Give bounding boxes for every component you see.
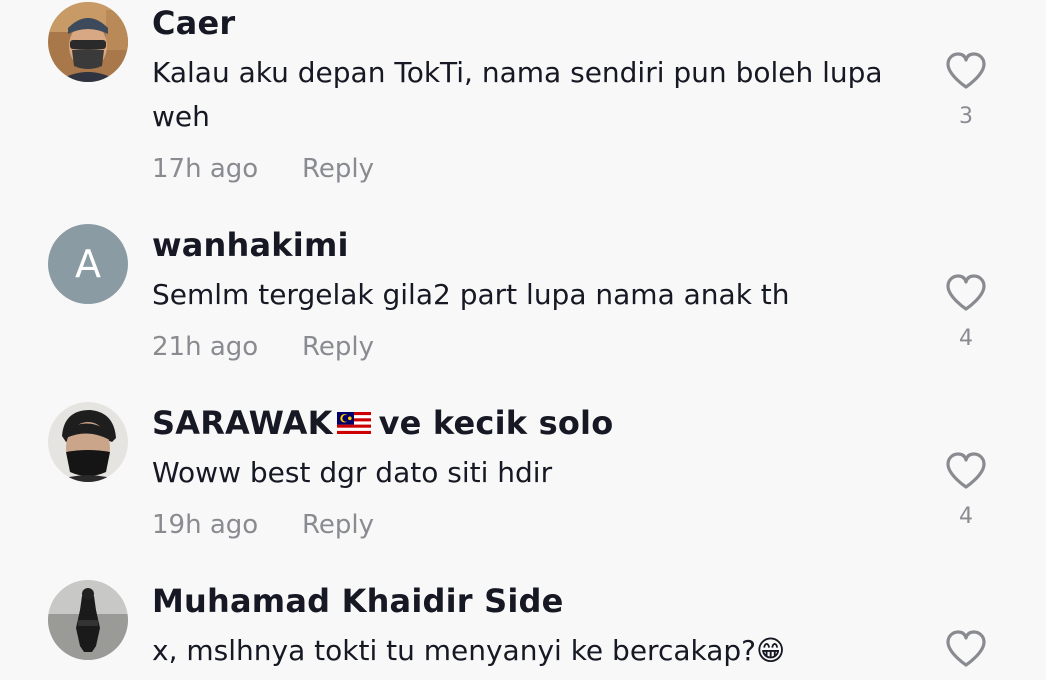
comment-text: x, mslhnya tokti tu menyanyi ke bercakap… — [152, 634, 786, 667]
avatar[interactable]: A — [48, 224, 128, 304]
comment-text: Semlm tergelak gila2 part lupa nama anak… — [152, 278, 790, 311]
reply-button[interactable]: Reply — [302, 510, 374, 540]
comment-text: Woww best dgr dato siti hdir — [152, 456, 553, 489]
like-control: 3 — [944, 52, 988, 129]
comment-text: Kalau aku depan TokTi, nama sendiri pun … — [152, 56, 883, 133]
like-count: 4 — [959, 504, 973, 529]
username-part: ve kecik solo — [378, 404, 614, 442]
comment-list: Caer Kalau aku depan TokTi, nama sendiri… — [0, 0, 1046, 680]
comment-username[interactable]: Caer — [152, 4, 235, 42]
heart-outline-icon[interactable] — [944, 630, 988, 672]
heart-outline-icon[interactable] — [944, 52, 988, 94]
username-part: SARAWAK — [152, 404, 333, 442]
heart-outline-icon[interactable] — [944, 274, 988, 316]
like-control: 4 — [944, 274, 988, 351]
like-count: 3 — [959, 104, 973, 129]
comment-meta: 19h ago Reply — [152, 510, 374, 540]
comment-username[interactable]: wanhakimi — [152, 226, 349, 264]
avatar[interactable] — [48, 2, 128, 82]
malaysia-flag-icon — [336, 404, 371, 442]
comment-username[interactable]: SARAWAK ve kecik solo — [152, 404, 613, 446]
comment-meta: 17h ago Reply — [152, 154, 374, 184]
comment-timestamp: 17h ago — [152, 154, 259, 184]
like-control — [944, 630, 988, 672]
reply-button[interactable]: Reply — [302, 154, 374, 184]
comment-timestamp: 21h ago — [152, 332, 259, 362]
comment-meta: 21h ago Reply — [152, 332, 374, 362]
like-count: 4 — [959, 326, 973, 351]
like-control: 4 — [944, 452, 988, 529]
comment-username[interactable]: Muhamad Khaidir Side — [152, 582, 564, 620]
avatar[interactable] — [48, 402, 128, 482]
avatar[interactable] — [48, 580, 128, 660]
heart-outline-icon[interactable] — [944, 452, 988, 494]
comment-timestamp: 19h ago — [152, 510, 259, 540]
reply-button[interactable]: Reply — [302, 332, 374, 362]
